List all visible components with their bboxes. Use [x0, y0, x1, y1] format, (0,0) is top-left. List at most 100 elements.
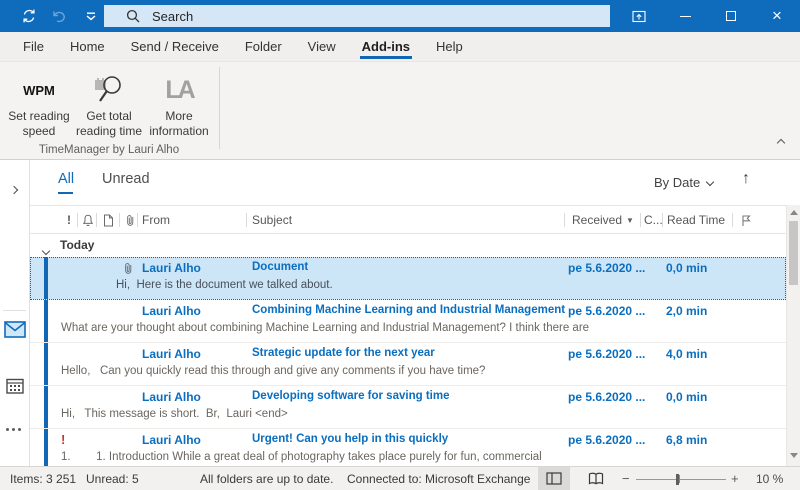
email-subject: Combining Machine Learning and Industria…	[252, 304, 565, 316]
column-importance[interactable]: !	[67, 213, 71, 227]
message-list-pane: All Unread By Date ↑ !	[30, 160, 800, 466]
status-bar: Items: 3 251 Unread: 5 All folders are u…	[0, 466, 800, 490]
email-read-time: 6,8 min	[666, 433, 707, 447]
email-subject: Document	[252, 261, 308, 273]
email-read-time: 2,0 min	[666, 304, 707, 318]
tab-folder[interactable]: Folder	[232, 32, 295, 61]
email-row[interactable]: ! Lauri Alho Strategic update for the ne…	[30, 343, 786, 386]
unread-indicator	[44, 343, 48, 385]
ribbon-display-options-icon[interactable]	[616, 0, 662, 32]
filter-tab-unread[interactable]: Unread	[102, 171, 150, 187]
email-list: ! Lauri Alho Document pe 5.6.2020 ... 0,…	[30, 257, 786, 466]
email-preview: Hello, Can you quickly read this through…	[61, 365, 782, 377]
button-label: Set reading	[8, 109, 69, 124]
tab-send-receive[interactable]: Send / Receive	[118, 32, 232, 61]
sort-descending-icon: ▼	[626, 216, 634, 225]
item-type-icon[interactable]	[103, 214, 114, 227]
reading-view-icon[interactable]	[580, 467, 612, 490]
more-information-button[interactable]: LA More information	[144, 64, 214, 139]
sort-by-label: By Date	[654, 175, 700, 190]
tab-home[interactable]: Home	[57, 32, 118, 61]
column-header-row: !	[30, 205, 800, 234]
send-receive-sync-icon[interactable]	[14, 0, 44, 32]
group-header-today[interactable]: Today	[30, 234, 786, 257]
scroll-down-icon[interactable]	[790, 453, 798, 458]
mail-nav-icon[interactable]	[4, 321, 26, 338]
email-row[interactable]: ! Lauri Alho Document pe 5.6.2020 ... 0,…	[30, 257, 786, 300]
email-received: pe 5.6.2020 ...	[568, 390, 645, 404]
maximize-icon[interactable]	[708, 0, 754, 32]
outlook-window: Search × FileHomeSend / ReceiveFolderVie…	[0, 0, 800, 490]
titlebar: Search ×	[0, 0, 800, 32]
tab-view[interactable]: View	[295, 32, 349, 61]
calendar-nav-icon[interactable]	[6, 377, 24, 394]
email-received: pe 5.6.2020 ...	[568, 433, 645, 447]
la-logo-icon: LA	[165, 76, 192, 105]
tab-help[interactable]: Help	[423, 32, 476, 61]
search-icon	[126, 9, 140, 23]
email-subject: Strategic update for the next year	[252, 347, 435, 359]
collapse-ribbon-icon[interactable]	[778, 133, 784, 151]
zoom-slider-track[interactable]	[636, 479, 726, 480]
tab-file[interactable]: File	[10, 32, 57, 61]
zoom-in-icon[interactable]: +	[731, 471, 739, 486]
email-row[interactable]: ! Lauri Alho Combining Machine Learning …	[30, 300, 786, 343]
close-icon[interactable]: ×	[754, 0, 800, 32]
zoom-out-icon[interactable]: −	[622, 471, 630, 486]
sort-direction-icon[interactable]: ↑	[742, 170, 750, 188]
vertical-scrollbar[interactable]	[786, 205, 800, 466]
email-received: pe 5.6.2020 ...	[568, 347, 645, 361]
get-total-reading-time-button[interactable]: Get total reading time	[74, 64, 144, 139]
sidebar-divider	[3, 310, 26, 311]
ribbon-tabs: FileHomeSend / ReceiveFolderViewAdd-insH…	[0, 32, 800, 62]
sort-by-dropdown[interactable]: By Date	[654, 175, 713, 190]
scroll-up-icon[interactable]	[790, 210, 798, 215]
normal-view-icon[interactable]	[538, 467, 570, 490]
email-row[interactable]: ! Lauri Alho Urgent! Can you help in thi…	[30, 429, 786, 466]
email-row[interactable]: ! Lauri Alho Developing software for sav…	[30, 386, 786, 429]
column-read-time[interactable]: Read Time	[667, 213, 725, 227]
reminder-bell-icon[interactable]	[82, 214, 94, 227]
undo-icon[interactable]	[44, 0, 74, 32]
search-input[interactable]: Search	[104, 5, 610, 27]
group-header-label: Today	[60, 238, 94, 252]
email-preview: Hi, Here is the document we talked about…	[116, 279, 782, 291]
column-categories[interactable]: C...	[644, 213, 663, 227]
set-reading-speed-button[interactable]: WPM Set reading speed	[4, 64, 74, 139]
button-label: reading time	[76, 124, 142, 139]
column-received[interactable]: Received	[572, 213, 622, 227]
filter-tab-all[interactable]: All	[58, 171, 74, 187]
email-preview: What are your thought about combining Ma…	[61, 322, 782, 334]
column-subject[interactable]: Subject	[252, 213, 292, 227]
scrollbar-thumb[interactable]	[789, 221, 798, 285]
email-read-time: 0,0 min	[666, 261, 707, 275]
zoom-slider-thumb[interactable]	[676, 474, 679, 485]
zoom-level[interactable]: 10 %	[756, 472, 783, 486]
unread-indicator	[44, 300, 48, 342]
email-from: Lauri Alho	[142, 433, 201, 447]
email-from: Lauri Alho	[142, 347, 201, 361]
button-label: Get total	[86, 109, 131, 124]
minimize-icon[interactable]	[662, 0, 708, 32]
connection-status: Connected to: Microsoft Exchange	[347, 472, 530, 486]
attachment-column-icon[interactable]	[125, 214, 136, 227]
customize-quick-access-chevron-icon[interactable]	[76, 0, 106, 32]
importance-icon: !	[61, 432, 65, 447]
unread-indicator	[44, 429, 48, 466]
flag-column-icon[interactable]	[740, 214, 751, 227]
tab-add-ins[interactable]: Add-ins	[349, 32, 423, 61]
wpm-text-icon: WPM	[23, 83, 55, 98]
button-label: information	[149, 124, 208, 139]
email-from: Lauri Alho	[142, 390, 201, 404]
column-from[interactable]: From	[142, 213, 170, 227]
email-from: Lauri Alho	[142, 304, 201, 318]
zoom-slider-tick	[679, 475, 680, 483]
expand-folder-pane-icon[interactable]	[11, 180, 17, 198]
more-apps-icon[interactable]	[6, 428, 21, 431]
email-received: pe 5.6.2020 ...	[568, 304, 645, 318]
email-subject: Developing software for saving time	[252, 390, 449, 402]
ribbon-group-label: TimeManager by Lauri Alho	[0, 144, 218, 156]
button-label: More	[165, 109, 192, 124]
items-count: Items: 3 251	[10, 472, 76, 486]
timemanager-group: WPM Set reading speed	[4, 64, 214, 139]
